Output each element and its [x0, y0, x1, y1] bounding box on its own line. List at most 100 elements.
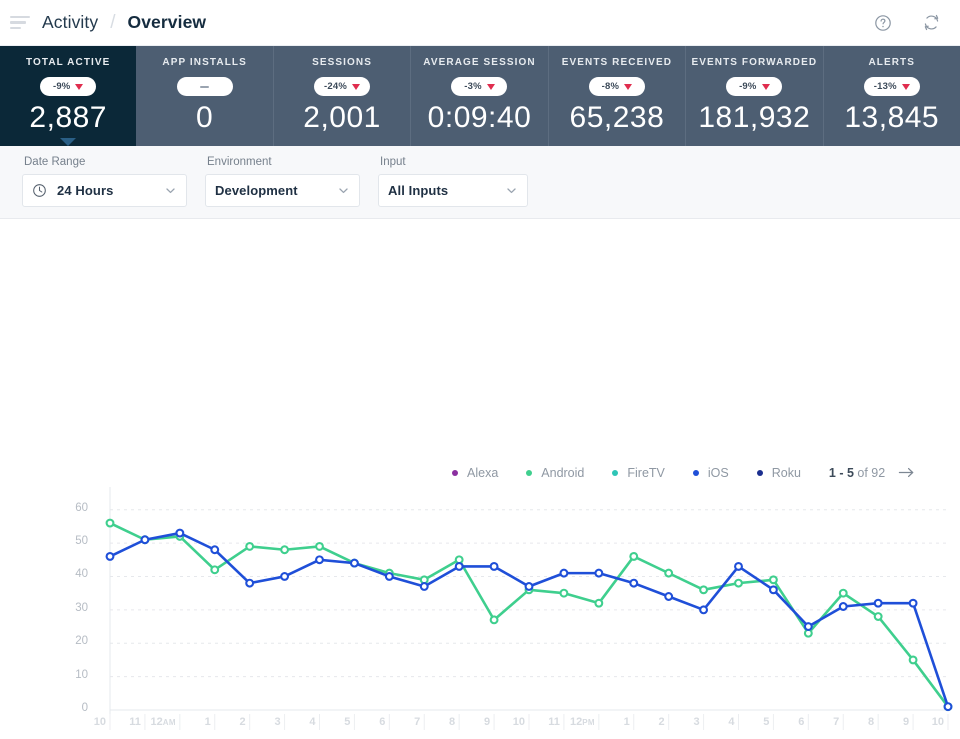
kpi-delta-badge[interactable]: -3%	[451, 77, 507, 96]
series-data-point[interactable]	[561, 590, 568, 597]
legend-item[interactable]: FireTV	[612, 466, 665, 480]
series-data-point[interactable]	[595, 600, 602, 607]
legend-label: FireTV	[627, 466, 665, 480]
kpi-label: EVENTS FORWARDED	[691, 57, 817, 68]
kpi-delta: -3%	[464, 81, 482, 92]
series-data-point[interactable]	[211, 566, 218, 573]
kpi-delta: -13%	[874, 81, 897, 92]
clock-icon	[32, 183, 47, 198]
series-data-point[interactable]	[107, 553, 114, 560]
kpi-delta-badge[interactable]: -9%	[726, 77, 782, 96]
series-data-point[interactable]	[281, 573, 288, 580]
kpi-strip: TOTAL ACTIVE-9%2,887APP INSTALLS0SESSION…	[0, 46, 960, 146]
kpi-delta-badge[interactable]: -24%	[314, 77, 370, 96]
kpi-card[interactable]: TOTAL ACTIVE-9%2,887	[0, 46, 136, 146]
kpi-delta-badge[interactable]: -9%	[40, 77, 96, 96]
y-axis-tick-label: 40	[62, 568, 88, 580]
top-bar-actions	[872, 12, 942, 34]
filter-label: Date Range	[22, 156, 187, 168]
series-data-point[interactable]	[840, 590, 847, 597]
kpi-label: SESSIONS	[312, 57, 372, 68]
series-data-point[interactable]	[945, 703, 952, 710]
series-data-point[interactable]	[910, 600, 917, 607]
series-data-point[interactable]	[595, 570, 602, 577]
filter-select[interactable]: 24 Hours	[22, 174, 187, 207]
legend-item[interactable]: Alexa	[452, 466, 498, 480]
y-axis-tick-label: 10	[62, 669, 88, 681]
legend-color-dot	[526, 470, 532, 476]
series-data-point[interactable]	[665, 570, 672, 577]
series-data-point[interactable]	[735, 580, 742, 587]
series-data-point[interactable]	[351, 560, 358, 567]
series-data-point[interactable]	[840, 603, 847, 610]
series-data-point[interactable]	[421, 583, 428, 590]
series-data-point[interactable]	[770, 586, 777, 593]
kpi-card[interactable]: EVENTS RECEIVED-8%65,238	[548, 46, 685, 146]
kpi-value: 0:09:40	[428, 101, 532, 134]
filter-select[interactable]: Development	[205, 174, 360, 207]
filter-field: Date Range 24 Hours	[22, 156, 187, 207]
legend-color-dot	[693, 470, 699, 476]
legend-item[interactable]: iOS	[693, 466, 729, 480]
kpi-card[interactable]: SESSIONS-24%2,001	[273, 46, 410, 146]
kpi-card[interactable]: EVENTS FORWARDED-9%181,932	[685, 46, 822, 146]
kpi-delta-badge[interactable]: -8%	[589, 77, 645, 96]
series-data-point[interactable]	[561, 570, 568, 577]
series-data-point[interactable]	[142, 536, 149, 543]
x-axis-tick-label: 7	[384, 716, 420, 728]
hamburger-menu-icon[interactable]	[10, 15, 32, 31]
breadcrumb-activity[interactable]: Activity	[42, 12, 98, 33]
kpi-label: EVENTS RECEIVED	[562, 57, 672, 68]
series-data-point[interactable]	[246, 543, 253, 550]
breadcrumb-separator: /	[110, 12, 115, 34]
help-circle-icon[interactable]	[872, 12, 894, 34]
kpi-card[interactable]: APP INSTALLS0	[136, 46, 272, 146]
series-data-point[interactable]	[456, 563, 463, 570]
filter-value: All Inputs	[388, 183, 448, 198]
trend-down-icon	[352, 84, 360, 90]
kpi-value: 2,887	[29, 101, 107, 134]
series-data-point[interactable]	[176, 530, 183, 537]
series-data-point[interactable]	[526, 583, 533, 590]
series-data-point[interactable]	[875, 600, 882, 607]
series-data-point[interactable]	[630, 553, 637, 560]
series-data-point[interactable]	[491, 563, 498, 570]
kpi-delta-badge[interactable]: -13%	[864, 77, 920, 96]
arrow-right-icon[interactable]	[898, 465, 915, 480]
series-data-point[interactable]	[770, 576, 777, 583]
legend-color-dot	[612, 470, 618, 476]
series-data-point[interactable]	[875, 613, 882, 620]
x-axis-tick-label: 2	[629, 716, 665, 728]
series-data-point[interactable]	[386, 573, 393, 580]
series-data-point[interactable]	[630, 580, 637, 587]
kpi-value: 0	[196, 101, 213, 134]
series-data-point[interactable]	[700, 586, 707, 593]
series-data-point[interactable]	[211, 546, 218, 553]
series-data-point[interactable]	[281, 546, 288, 553]
series-data-point[interactable]	[491, 616, 498, 623]
series-data-point[interactable]	[316, 556, 323, 563]
series-data-point[interactable]	[910, 657, 917, 664]
kpi-delta-badge[interactable]	[177, 77, 233, 96]
x-axis-tick-label: 4	[280, 716, 316, 728]
series-data-point[interactable]	[316, 543, 323, 550]
legend-label: iOS	[708, 466, 729, 480]
series-data-point[interactable]	[805, 623, 812, 630]
kpi-card[interactable]: ALERTS-13%13,845	[823, 46, 960, 146]
refresh-icon[interactable]	[920, 12, 942, 34]
x-axis-tick-label: 2	[210, 716, 246, 728]
series-data-point[interactable]	[246, 580, 253, 587]
legend-label: Alexa	[467, 466, 498, 480]
series-data-point[interactable]	[735, 563, 742, 570]
x-axis-tick-label: 7	[803, 716, 839, 728]
kpi-card[interactable]: AVERAGE SESSION-3%0:09:40	[410, 46, 547, 146]
series-data-point[interactable]	[107, 520, 114, 527]
series-data-point[interactable]	[700, 606, 707, 613]
filter-field: InputAll Inputs	[378, 156, 528, 207]
legend-item[interactable]: Android	[526, 466, 584, 480]
x-axis-tick-label: 8	[419, 716, 455, 728]
filter-select[interactable]: All Inputs	[378, 174, 528, 207]
line-chart-plot: 0102030405060101112AM123456789101112PM12…	[0, 481, 960, 734]
legend-item[interactable]: Roku	[757, 466, 801, 480]
series-data-point[interactable]	[665, 593, 672, 600]
